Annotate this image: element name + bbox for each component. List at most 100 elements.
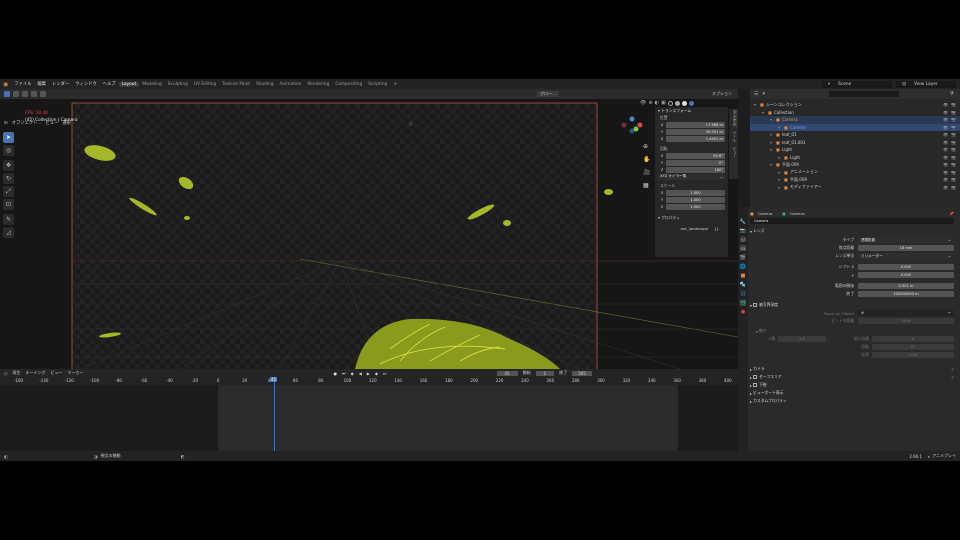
visibility-eye-icon[interactable]: 👁	[943, 177, 948, 182]
measure-tool-icon[interactable]: ◿	[3, 227, 14, 238]
physics-tab-icon[interactable]: ●	[741, 309, 745, 315]
viewport-display-section-header[interactable]: ▸ ビューポート表示	[750, 389, 958, 397]
npanel-tab-view[interactable]: ビュー	[733, 145, 737, 160]
menu-timeline-view[interactable]: ビュー	[51, 370, 63, 376]
clip-start-field[interactable]: 0.001 m	[858, 283, 954, 289]
scene-tab-icon[interactable]: 🎬	[740, 255, 746, 261]
outliner-row[interactable]: ▾ ■ Light 👁 📷	[750, 154, 960, 162]
location-x-field[interactable]: 17.968 m	[666, 121, 725, 128]
clip-end-field[interactable]: 100000000 m	[858, 291, 954, 297]
playhead-label[interactable]: 45	[270, 377, 278, 382]
visibility-eye-icon[interactable]: 👁	[943, 140, 948, 145]
timeline-editor-icon[interactable]: ◷	[4, 371, 8, 376]
transform-section-header[interactable]: ▾ トランスフォーム	[658, 107, 728, 114]
playhead[interactable]	[274, 377, 275, 451]
render-camera-icon[interactable]: 📷	[951, 170, 956, 175]
background-images-checkbox[interactable]	[753, 383, 758, 387]
select-tool-icon[interactable]: ➤	[3, 132, 14, 143]
render-camera-icon[interactable]: 📷	[951, 162, 956, 167]
outliner-row[interactable]: ▾ ■ モディファイアー 👁 📷	[750, 184, 960, 192]
object-tab-icon[interactable]: ■	[741, 273, 746, 279]
render-camera-icon[interactable]: 📷	[951, 140, 956, 145]
mode-new-icon[interactable]	[13, 91, 19, 97]
lens-unit-dropdown[interactable]: ミリメーター ⌄	[858, 253, 954, 259]
zoom-icon[interactable]: ⊕	[643, 143, 648, 150]
shading-solid-icon[interactable]	[674, 100, 680, 106]
location-z-field[interactable]: 1.4401 m	[666, 135, 725, 142]
visibility-eye-icon[interactable]: 👁	[943, 132, 948, 137]
move-tool-icon[interactable]: ✥	[3, 160, 14, 171]
visibility-eye-icon[interactable]: 👁	[943, 147, 948, 152]
visibility-eye-icon[interactable]: 👁	[943, 117, 948, 122]
tab-uv-editing[interactable]: UV Editing	[191, 82, 219, 87]
visibility-eye-icon[interactable]: 👁	[943, 155, 948, 160]
menu-keying[interactable]: キーイング	[26, 370, 46, 376]
scale-z-field[interactable]: 1.000	[666, 203, 725, 210]
menu-edit[interactable]: 編集	[34, 81, 49, 87]
menu-help[interactable]: ヘルプ	[100, 81, 119, 87]
visibility-eye-icon[interactable]: 👁	[943, 170, 948, 175]
shading-wire-icon[interactable]	[667, 100, 673, 106]
tab-compositing[interactable]: Compositing	[332, 82, 365, 87]
location-y-field[interactable]: 30.091 m	[666, 128, 725, 135]
tab-shading[interactable]: Shading	[253, 82, 276, 87]
rotation-y-field[interactable]: 0°	[666, 159, 725, 166]
properties-section-header[interactable]: ▾ プロパティ	[658, 214, 728, 221]
outliner-row[interactable]: ▾ ■ leaf_01.001 👁 📷	[750, 139, 960, 147]
pin-icon[interactable]: 📌	[949, 211, 954, 216]
visibility-eye-icon[interactable]: 👁	[943, 125, 948, 130]
ortho-icon[interactable]: ▦	[643, 182, 649, 189]
shift-x-field[interactable]: 0.000	[858, 264, 954, 270]
funnel-icon[interactable]: ⧩	[950, 91, 954, 97]
safe-area-section-header[interactable]: ▸ セーフエリア ⠿	[750, 373, 958, 381]
tab-rendering[interactable]: Rendering	[304, 82, 332, 87]
outliner-row[interactable]: ▾ ■ 平面.009 👁 📷	[750, 176, 960, 184]
current-frame-field[interactable]: 45	[496, 370, 518, 376]
tab-scripting[interactable]: Scripting	[365, 82, 390, 87]
viewport-3d[interactable]: ⊞ オブジェクト... ビュー 選択 追加 オブジェクト	[0, 99, 738, 369]
timeline-ruler[interactable]: -160-140-120-100-80-60-40-20020406080100…	[0, 377, 738, 385]
mode-extend-icon[interactable]	[22, 91, 28, 97]
visibility-eye-icon[interactable]: 👁	[943, 185, 948, 190]
cursor-tool-icon[interactable]: ◎	[3, 145, 14, 156]
timeline-active-range[interactable]	[218, 385, 678, 451]
npanel-tab-item[interactable]: アイテム	[733, 109, 737, 128]
jump-end-icon[interactable]: ⏭	[383, 371, 387, 376]
render-camera-icon[interactable]: 📷	[951, 102, 956, 107]
render-camera-icon[interactable]: 📷	[951, 132, 956, 137]
record-icon[interactable]: ●	[334, 371, 338, 376]
aperture-subheader[interactable]: ▾ 絞り	[750, 327, 958, 335]
end-frame-field[interactable]: 365	[572, 370, 592, 376]
shading-rendered-icon[interactable]	[688, 100, 694, 106]
menu-file[interactable]: ファイル	[11, 81, 34, 87]
pan-icon[interactable]: ✋	[643, 156, 650, 163]
npanel-tab-tool[interactable]: ツール	[733, 129, 737, 144]
tab-modeling[interactable]: Modeling	[139, 82, 165, 87]
view-layer-tab-icon[interactable]: 🖼	[740, 246, 746, 252]
render-camera-icon[interactable]: 📷	[951, 125, 956, 130]
dof-checkbox[interactable]	[753, 303, 758, 307]
eyedropper-icon[interactable]: ✒	[948, 311, 951, 315]
outliner-row[interactable]: ▾ ■ シーンコレクション 👁 📷	[750, 101, 960, 109]
menu-playback[interactable]: 再生	[13, 370, 21, 376]
visibility-icon[interactable]: 👁	[640, 100, 646, 106]
transform-tool-icon[interactable]: ⊡	[3, 199, 14, 210]
rotation-z-field[interactable]: 180°	[666, 166, 725, 173]
tab-sculpting[interactable]: Sculpting	[165, 82, 191, 87]
xray-icon[interactable]: ▣	[661, 100, 666, 106]
mode-invert-icon[interactable]	[40, 91, 46, 97]
drag-handle-icon[interactable]: ⠿	[951, 375, 954, 380]
prev-key-icon[interactable]: ◆	[351, 371, 354, 376]
render-camera-icon[interactable]: 📷	[951, 185, 956, 190]
camera-type-dropdown[interactable]: 透視投影 ⌄	[858, 237, 954, 243]
view-layer-selector[interactable]: ▤ View Layer	[896, 80, 956, 88]
drag-handle-icon[interactable]: ⠿	[951, 367, 954, 372]
navigation-gizmo[interactable]	[618, 111, 646, 139]
scale-tool-icon[interactable]: ⤢	[3, 186, 14, 197]
start-frame-field[interactable]: 1	[535, 370, 555, 376]
jump-start-icon[interactable]: ⏮	[342, 371, 346, 376]
custom-prop-value[interactable]: {}	[714, 226, 728, 231]
outliner-search-input[interactable]	[829, 91, 899, 97]
mode-subtract-icon[interactable]	[31, 91, 37, 97]
aperture-ratio-field[interactable]: 1.000	[872, 352, 954, 358]
